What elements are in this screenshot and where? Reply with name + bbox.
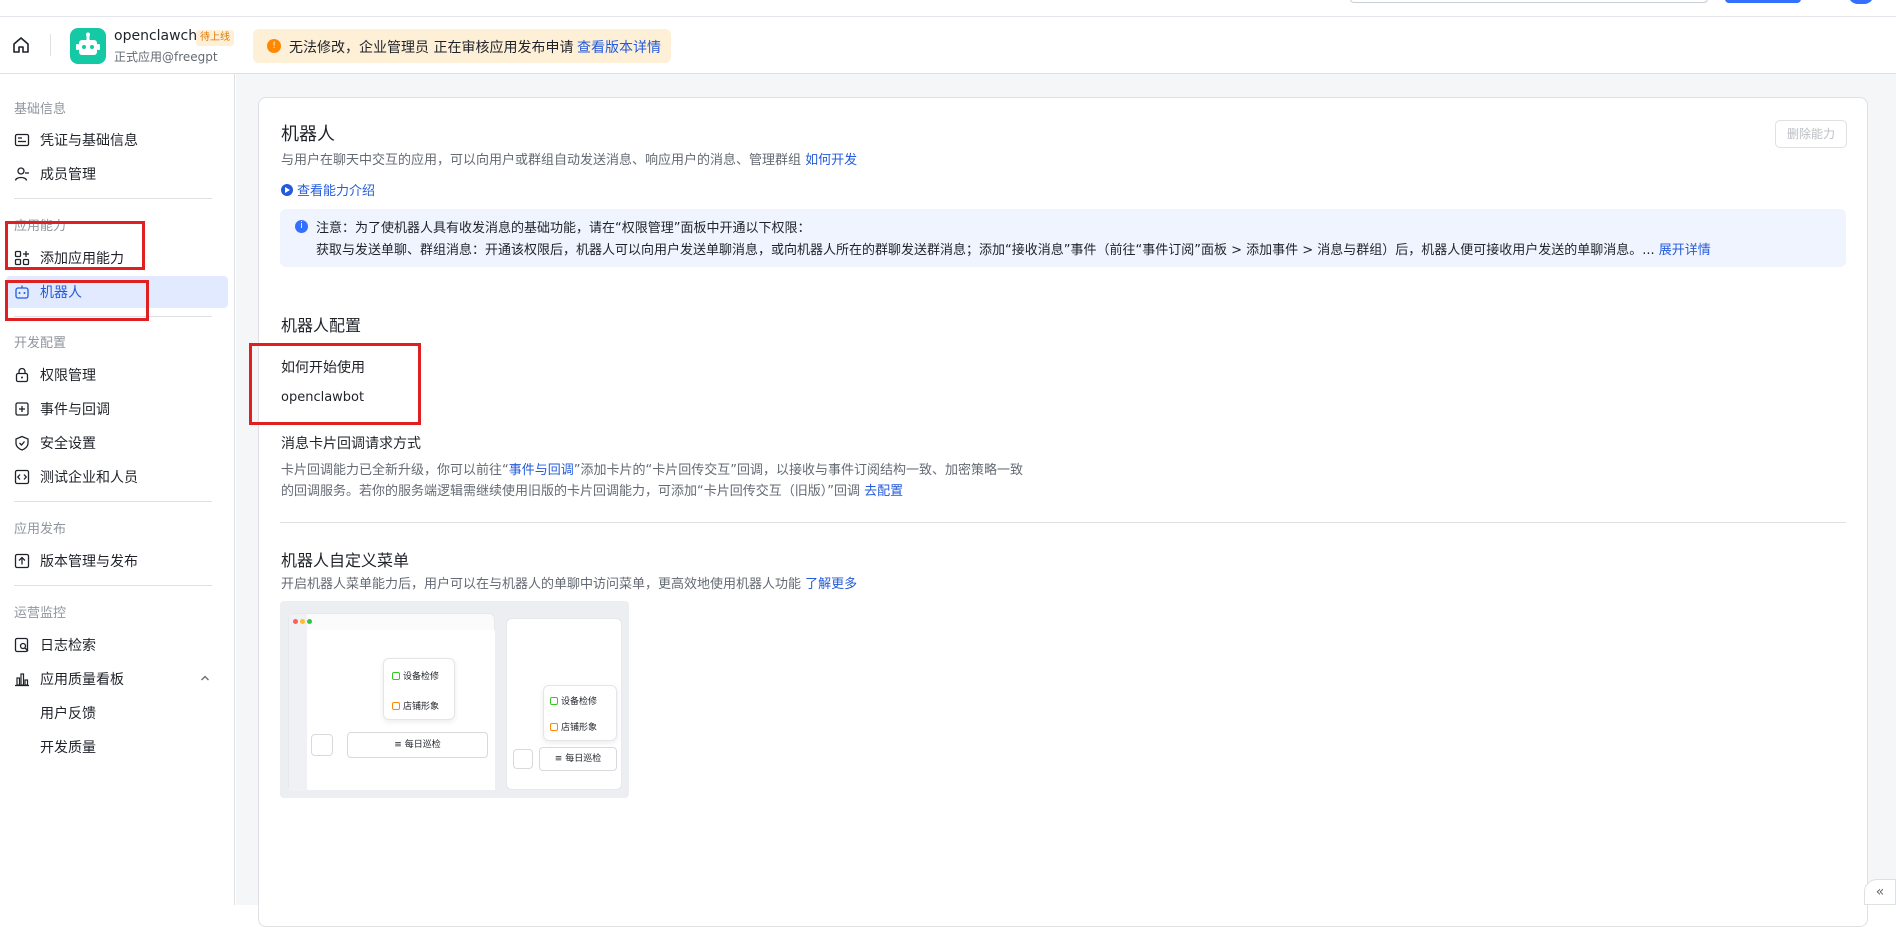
event-plus-icon — [15, 402, 29, 416]
sidebar-divider — [14, 198, 212, 199]
wrench-icon — [392, 672, 400, 680]
top-header: openclawchat 待上线 正式应用@freegpt ! 无法修改，企业管… — [0, 0, 1896, 74]
section-basic-info: 基础信息 — [14, 102, 67, 117]
learn-more-link[interactable]: 了解更多 — [805, 577, 857, 592]
sidebar-item-label: 版本管理与发布 — [40, 554, 138, 570]
play-icon — [281, 184, 293, 196]
keyboard-icon — [513, 749, 533, 769]
section-ops-monitor: 运营监控 — [14, 606, 67, 621]
app-logo — [70, 28, 106, 64]
sidebar-item-security[interactable]: 安全设置 — [0, 427, 228, 459]
chevron-up-icon[interactable] — [200, 673, 210, 683]
card-callback-title: 消息卡片回调请求方式 — [281, 436, 421, 452]
preview-menu-popup: 设备检修 店铺形象 — [383, 658, 455, 720]
notice-text: 无法修改，企业管理员 正在审核应用发布申请 — [289, 40, 574, 56]
preview-menu-item: 设备检修 — [392, 669, 439, 682]
upload-icon — [14, 553, 30, 569]
sidebar-item-label: 事件与回调 — [40, 402, 110, 418]
custom-menu-title: 机器人自定义菜单 — [281, 551, 410, 570]
menu-preview-image: 设备检修 店铺形象 ≡ 每日巡检 设备检修 店铺形象 ≡ 每日巡检 — [280, 601, 629, 798]
preview-bottom-bar: ≡ 每日巡检 — [539, 747, 617, 771]
preview-menu-item: 设备检修 — [550, 694, 597, 707]
store-icon — [550, 723, 558, 731]
sidebar-item-label: 权限管理 — [40, 368, 96, 384]
sidebar-divider — [14, 501, 212, 502]
section-app-release: 应用发布 — [14, 522, 67, 537]
sidebar-item-dev-quality[interactable]: 开发质量 — [40, 737, 96, 757]
sidebar-item-events[interactable]: 事件与回调 — [0, 393, 228, 425]
view-version-link[interactable]: 查看版本详情 — [577, 37, 661, 57]
annotation-box-add-capability — [5, 221, 145, 270]
preview-menu-item: 店铺形象 — [550, 720, 597, 733]
wrench-icon — [550, 697, 558, 705]
bot-config-title: 机器人配置 — [281, 316, 362, 335]
annotation-box-how-to-start — [249, 343, 421, 425]
preview-bottom-bar: ≡ 每日巡检 — [347, 732, 488, 758]
top-search-box[interactable] — [1350, 0, 1708, 3]
section-divider — [280, 522, 1846, 523]
warning-icon: ! — [267, 39, 281, 53]
sidebar-item-members[interactable]: 成员管理 — [0, 158, 228, 190]
section-dev-config: 开发配置 — [14, 336, 67, 351]
app-status-badge: 待上线 — [196, 30, 234, 46]
sidebar-item-label: 凭证与基础信息 — [40, 133, 138, 149]
sidebar-item-permissions[interactable]: 权限管理 — [0, 359, 228, 391]
sidebar-item-version[interactable]: 版本管理与发布 — [0, 545, 228, 577]
log-search-icon — [14, 637, 29, 653]
sidebar-item-feedback[interactable]: 用户反馈 — [40, 703, 96, 723]
shield-icon — [15, 435, 29, 451]
sidebar-item-label: 成员管理 — [40, 167, 96, 183]
how-to-develop-link[interactable]: 如何开发 — [805, 153, 857, 168]
page-title: 机器人 — [281, 124, 335, 145]
preview-menu-popup: 设备检修 店铺形象 — [543, 685, 617, 741]
sidebar-item-label: 安全设置 — [40, 436, 96, 452]
sidebar-item-label: 应用质量看板 — [40, 672, 124, 688]
sidebar-item-logs[interactable]: 日志检索 — [0, 629, 228, 661]
card-callback-desc-1: 卡片回调能力已全新升级，你可以前往“事件与回调”添加卡片的“卡片回传交互”回调，… — [281, 463, 1023, 478]
sidebar-item-quality[interactable]: 应用质量看板 — [0, 663, 228, 695]
bot-capability-card: 机器人 与用户在聊天中交互的应用，可以向用户或群组自动发送消息、响应用户的消息、… — [258, 97, 1868, 927]
page-description: 与用户在聊天中交互的应用，可以向用户或群组自动发送消息、响应用户的消息、管理群组… — [281, 153, 858, 168]
sidebar: 基础信息 凭证与基础信息 成员管理 应用能力 添加应用能力 机器人 开发配置 权… — [0, 74, 235, 905]
header-divider — [50, 34, 51, 56]
info-line-2: 获取与发送单聊、群组消息：开通该权限后，机器人可以向用户发送单聊消息，或向机器人… — [316, 243, 1711, 258]
permission-info-box: i 注意：为了使机器人具有收发消息的基础功能，请在“权限管理”面板中开通以下权限… — [280, 209, 1846, 267]
annotation-box-bot — [5, 280, 149, 321]
store-icon — [392, 702, 400, 710]
review-notice: ! 无法修改，企业管理员 正在审核应用发布申请 查看版本详情 — [253, 29, 671, 63]
home-icon[interactable] — [12, 36, 30, 54]
go-configure-link[interactable]: 去配置 — [864, 484, 903, 499]
collapse-panel-button[interactable]: « — [1864, 879, 1896, 905]
id-card-icon — [14, 133, 30, 147]
preview-desktop-window: 设备检修 店铺形象 ≡ 每日巡检 — [288, 613, 495, 791]
view-intro-link[interactable]: 查看能力介绍 — [281, 180, 375, 199]
app-subtitle: 正式应用@freegpt — [114, 50, 218, 64]
lock-icon — [15, 367, 29, 383]
sidebar-item-credentials[interactable]: 凭证与基础信息 — [0, 124, 228, 156]
preview-menu-item: 店铺形象 — [392, 699, 439, 712]
keyboard-icon — [311, 734, 333, 756]
info-line-1: 注意：为了使机器人具有收发消息的基础功能，请在“权限管理”面板中开通以下权限： — [316, 221, 811, 236]
expand-details-link[interactable]: 展开详情 — [1659, 243, 1711, 258]
user-icon — [14, 167, 29, 181]
top-primary-button[interactable] — [1725, 0, 1801, 3]
bar-chart-icon — [15, 673, 29, 687]
sidebar-divider — [14, 585, 212, 586]
info-icon: i — [295, 220, 308, 233]
custom-menu-desc: 开启机器人菜单能力后，用户可以在与机器人的单聊中访问菜单，更高效地使用机器人功能… — [281, 577, 858, 592]
card-callback-desc-2: 的回调服务。若你的服务端逻辑需继续使用旧版的卡片回调能力，可添加“卡片回传交互（… — [281, 484, 904, 499]
sidebar-item-test[interactable]: 测试企业和人员 — [0, 461, 228, 493]
preview-mobile-window: 设备检修 店铺形象 ≡ 每日巡检 — [506, 618, 622, 790]
sidebar-item-label: 测试企业和人员 — [40, 470, 138, 486]
sidebar-item-label: 日志检索 — [40, 638, 96, 654]
code-icon — [14, 469, 30, 485]
delete-capability-button[interactable]: 删除能力 — [1775, 120, 1847, 148]
events-callback-link[interactable]: 事件与回调 — [509, 463, 574, 478]
